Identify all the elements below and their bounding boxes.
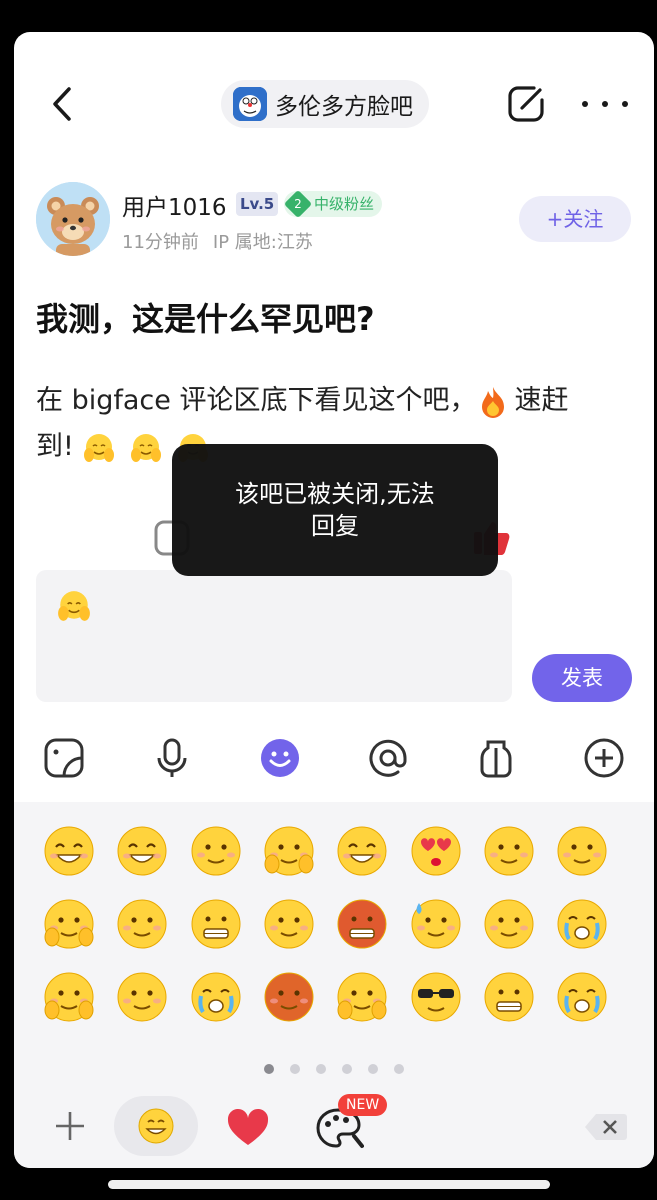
page-dot[interactable] [290, 1064, 300, 1074]
toast-message: 该吧已被关闭,无法 回复 [172, 444, 498, 576]
cover-mouth-emoji-icon[interactable] [40, 895, 98, 953]
forum-link[interactable]: 多伦多方脸吧 [221, 80, 429, 128]
blush-sad-emoji-icon[interactable] [480, 822, 538, 880]
toast-line1: 该吧已被关闭,无法 [235, 480, 435, 508]
sweat-emoji-icon[interactable] [407, 895, 465, 953]
sticker-icon[interactable] [42, 736, 86, 780]
fire-icon [482, 386, 505, 418]
emoji-icon[interactable] [258, 736, 302, 780]
fist-emoji-icon[interactable] [40, 968, 98, 1026]
grin-emoji-icon [138, 1108, 174, 1144]
edit-square-icon [508, 86, 544, 122]
emoji-category-bar: NEW [14, 1082, 654, 1168]
follow-button[interactable]: +关注 [519, 196, 631, 242]
add-circle-icon[interactable] [582, 736, 626, 780]
post-body-line2a: 速赶 [514, 385, 569, 416]
ip-location: IP 属地:江苏 [212, 232, 313, 253]
hands-on-cheeks-emoji-icon [84, 433, 115, 462]
grimace-emoji-icon[interactable] [187, 895, 245, 953]
heart-eyes-emoji-icon[interactable] [407, 822, 465, 880]
frown-emoji-icon[interactable] [260, 895, 318, 953]
forum-name: 多伦多方脸吧 [275, 94, 413, 120]
nervous-emoji-icon[interactable] [480, 968, 538, 1026]
page-dot[interactable] [264, 1064, 274, 1074]
think-emoji-icon[interactable] [333, 968, 391, 1026]
shock-emoji-icon[interactable] [187, 968, 245, 1026]
more-dot [622, 101, 628, 107]
plus-icon[interactable] [52, 1108, 88, 1144]
page-dot[interactable] [316, 1064, 326, 1074]
sunglasses-emoji-icon[interactable] [407, 968, 465, 1026]
home-indicator[interactable] [108, 1180, 550, 1189]
teary-emoji-icon[interactable] [553, 822, 611, 880]
more-dot [582, 101, 588, 107]
post-meta: 11分钟前 IP 属地:江苏 [122, 228, 313, 254]
app-screen: 多伦多方脸吧 用户1016 Lv.5 2 中级粉丝 11分钟前 IP 属地:江苏… [14, 32, 654, 1168]
sob-emoji-icon[interactable] [553, 968, 611, 1026]
fan-badge: 2 中级粉丝 [283, 189, 383, 219]
emoji-panel [14, 802, 654, 1082]
hands-cheeks-emoji-icon[interactable] [260, 822, 318, 880]
forum-avatar [233, 87, 267, 121]
page-indicator [264, 1064, 404, 1076]
more-button[interactable] [582, 92, 628, 116]
fan-level-icon: 2 [283, 189, 313, 219]
hands-on-cheeks-emoji-icon [58, 591, 90, 621]
avatar[interactable] [36, 182, 110, 256]
reply-composer: 发表 [14, 560, 654, 802]
author-name[interactable]: 用户1016 [122, 188, 227, 222]
post-body-line2b: 到! [36, 431, 74, 462]
microphone-icon[interactable] [150, 736, 194, 780]
toast-line2: 回复 [311, 512, 359, 540]
new-badge: NEW [338, 1094, 388, 1116]
back-button[interactable] [44, 84, 80, 124]
smirk-emoji-icon[interactable] [113, 895, 171, 953]
top-bar: 多伦多方脸吧 [14, 32, 654, 174]
send-button[interactable]: 发表 [532, 654, 632, 702]
composer-toolbar [14, 732, 654, 788]
smile-emoji-icon[interactable] [40, 822, 98, 880]
at-mention-icon[interactable] [366, 736, 410, 780]
bottle-icon[interactable] [474, 736, 518, 780]
sneeze-emoji-icon[interactable] [113, 968, 171, 1026]
chevron-left-icon [53, 87, 71, 121]
share-edit-button[interactable] [504, 82, 548, 126]
more-dot [602, 101, 608, 107]
red-angry-emoji-icon[interactable] [260, 968, 318, 1026]
angry-emoji-icon[interactable] [333, 895, 391, 953]
level-badge: Lv.5 [236, 192, 279, 216]
page-dot[interactable] [394, 1064, 404, 1074]
post-body-line1: 在 bigface 评论区底下看见这个吧， [36, 385, 477, 416]
post-time: 11分钟前 [122, 232, 199, 253]
reply-input[interactable] [36, 570, 512, 702]
post-title: 我测，这是什么罕见吧? [36, 300, 375, 338]
speechless-emoji-icon[interactable] [480, 895, 538, 953]
cry-emoji-icon[interactable] [553, 895, 611, 953]
hands-on-cheeks-emoji-icon [131, 433, 162, 462]
page-dot[interactable] [342, 1064, 352, 1074]
heart-icon[interactable] [226, 1108, 270, 1148]
page-dot[interactable] [368, 1064, 378, 1074]
tongue-emoji-icon[interactable] [187, 822, 245, 880]
grin-emoji-icon[interactable] [113, 822, 171, 880]
laugh-emoji-icon[interactable] [333, 822, 391, 880]
fan-badge-label: 中级粉丝 [314, 195, 375, 213]
tab-classic-emoji[interactable] [114, 1096, 198, 1156]
backspace-icon[interactable] [584, 1112, 628, 1142]
